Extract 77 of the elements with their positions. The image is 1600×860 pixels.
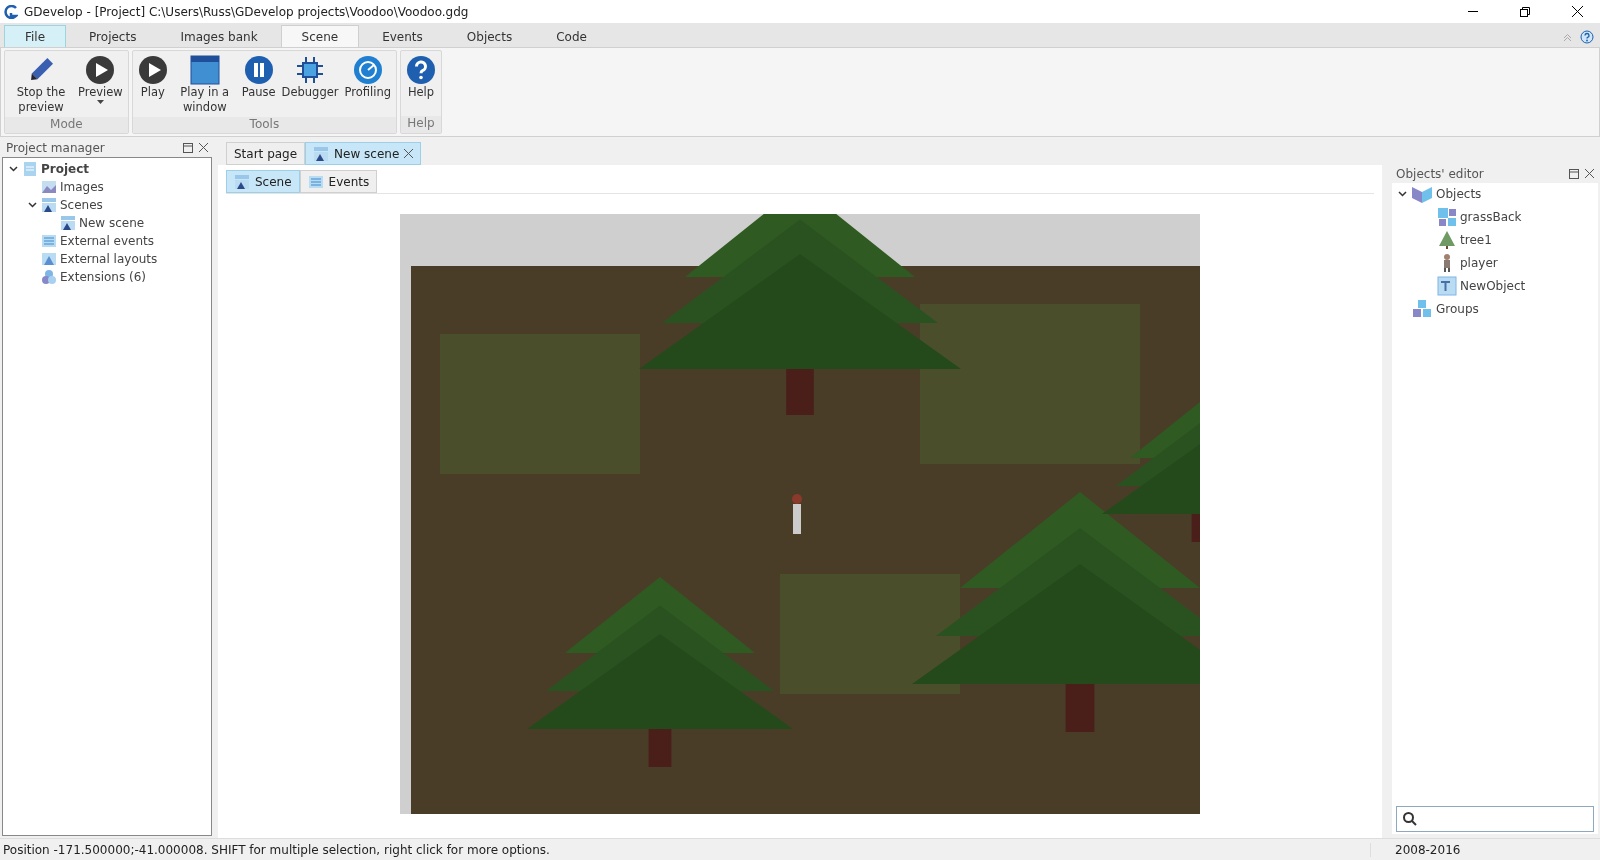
restore-icon	[1520, 6, 1530, 17]
tree-item[interactable]: Objects	[1436, 187, 1482, 201]
extensions-icon	[41, 269, 57, 285]
expand-chevron-icon[interactable]	[1397, 191, 1407, 197]
panel-title: Objects' editor	[1396, 167, 1484, 181]
window-title: GDevelop - [Project] C:\Users\Russ\GDevelop projects\Voodoo\Voodoo.gdg	[24, 4, 470, 19]
close-icon[interactable]	[199, 143, 208, 152]
tree-icon	[1437, 230, 1457, 250]
list-icon	[41, 233, 57, 249]
help-icon	[406, 55, 436, 85]
expand-chevron-icon[interactable]	[8, 166, 18, 172]
menu-tab[interactable]: Scene	[280, 25, 360, 47]
dock-icon[interactable]	[183, 143, 193, 153]
play-icon	[137, 55, 168, 85]
clapper-icon	[234, 173, 250, 190]
gauge-icon	[352, 55, 383, 85]
tree-item[interactable]: Extensions (6)	[60, 270, 146, 284]
tree-item[interactable]: New scene	[79, 216, 145, 230]
cubes-icon	[1411, 299, 1433, 319]
menu-tab[interactable]: Objects	[445, 25, 534, 47]
cube-icon	[1411, 184, 1433, 204]
chip-icon	[295, 55, 326, 85]
menu-tab[interactable]: Projects	[68, 25, 158, 47]
tree-item[interactable]: tree1	[1460, 233, 1492, 247]
ribbon-button[interactable]: Pause	[238, 53, 279, 117]
text-object-icon	[1437, 276, 1457, 296]
group-label: Help	[401, 116, 441, 133]
app-logo-icon	[4, 4, 18, 19]
editor-tab[interactable]: Scene	[226, 170, 300, 193]
dock-icon[interactable]	[1569, 169, 1579, 179]
clapper-icon	[60, 215, 76, 231]
list-icon	[307, 173, 324, 190]
layout-icon	[41, 251, 57, 267]
ribbon-button[interactable]: Preview	[75, 53, 126, 117]
tree-item[interactable]: Groups	[1436, 302, 1479, 316]
document-tab[interactable]: New scene	[305, 142, 422, 165]
close-icon[interactable]	[404, 149, 414, 158]
ribbon-button[interactable]: Play	[134, 53, 171, 117]
tree-item[interactable]: Scenes	[60, 198, 103, 212]
close-icon[interactable]	[1585, 169, 1594, 178]
tree-item[interactable]: External layouts	[60, 252, 158, 266]
tree-item[interactable]: External events	[60, 234, 155, 248]
close-icon	[1571, 6, 1583, 17]
clapper-icon	[313, 145, 330, 162]
image-icon	[41, 179, 57, 195]
ribbon-button[interactable]: Help	[403, 53, 439, 116]
ribbon-button[interactable]: Profiling	[341, 53, 394, 117]
minimize-icon	[1468, 11, 1478, 12]
search-field[interactable]	[1396, 806, 1594, 832]
ribbon-button[interactable]: Play in a window	[170, 53, 239, 117]
tiles-icon	[1437, 207, 1457, 227]
menu-tab[interactable]: Images bank	[159, 25, 279, 47]
clapper-icon	[41, 197, 57, 213]
window-icon	[189, 55, 220, 85]
tree-item[interactable]: Images	[60, 180, 104, 194]
status-message: Position -171.500000;-41.000008. SHIFT for multiple selection, right click for more options.	[2, 842, 551, 857]
group-label: Tools	[132, 117, 396, 133]
play-icon	[85, 55, 116, 85]
tree-item[interactable]: Project	[41, 162, 90, 176]
editor-tab[interactable]: Events	[299, 170, 378, 193]
tree-item[interactable]: player	[1460, 256, 1498, 270]
help-icon[interactable]	[1580, 30, 1594, 44]
tree-item[interactable]: grassBack	[1460, 210, 1522, 224]
pause-icon	[243, 55, 274, 85]
menu-tab[interactable]: Code	[535, 25, 608, 47]
document-tab[interactable]: Start page	[226, 142, 306, 165]
expand-chevron-icon[interactable]	[27, 202, 37, 208]
file-menu-tab[interactable]: File	[4, 25, 67, 47]
group-label: Mode	[5, 117, 128, 133]
tree-item[interactable]: NewObject	[1460, 279, 1526, 293]
search-icon	[1403, 812, 1417, 826]
menu-tab[interactable]: Events	[361, 25, 444, 47]
ribbon-button[interactable]: Debugger	[278, 53, 342, 117]
document-icon	[22, 161, 38, 177]
ribbon-button[interactable]: Stop the preview	[7, 53, 75, 117]
copyright-text: 2008-2016	[1370, 842, 1600, 857]
panel-title: Project manager	[6, 141, 105, 155]
